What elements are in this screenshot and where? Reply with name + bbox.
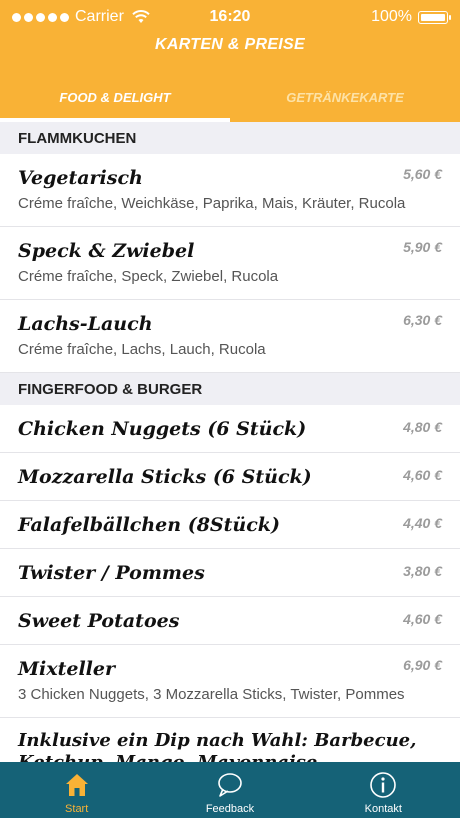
- tab-label: Food & Delight: [59, 89, 171, 105]
- home-icon: [65, 774, 88, 796]
- item-price: 4,60 €: [403, 611, 442, 627]
- tabbar-label: Feedback: [205, 803, 255, 815]
- item-price: 5,90 €: [403, 239, 442, 255]
- item-name: Speck & Zwiebel: [18, 240, 195, 262]
- item-name: Mixteller: [18, 658, 115, 680]
- menu-item[interactable]: Lachs-Lauch 6,30 € Créme fraîche, Lachs,…: [0, 300, 460, 373]
- menu-tabs: Food & Delight Getränkekarte: [0, 72, 460, 122]
- menu-item[interactable]: Mixteller 6,90 € 3 Chicken Nuggets, 3 Mo…: [0, 645, 460, 718]
- menu-item[interactable]: Sweet Potatoes 4,60 €: [0, 597, 460, 645]
- tab-food-delight[interactable]: Food & Delight: [0, 72, 230, 122]
- tab-label: Getränkekarte: [286, 89, 404, 105]
- item-description: Créme fraîche, Weichkäse, Paprika, Mais,…: [18, 195, 406, 212]
- item-description: Créme fraîche, Speck, Zwiebel, Rucola: [18, 268, 279, 285]
- tabbar-item-kontakt[interactable]: Kontakt: [307, 762, 460, 818]
- item-name: Chicken Nuggets (6 Stück): [18, 417, 307, 440]
- item-price: 4,80 €: [403, 419, 442, 435]
- item-name: Falafelbällchen (8Stück): [18, 513, 280, 536]
- item-price: 6,90 €: [403, 657, 442, 673]
- section-header-fingerfood-burger: FINGERFOOD & BURGER: [0, 373, 460, 405]
- item-price: 4,60 €: [403, 467, 442, 483]
- menu-item[interactable]: Falafelbällchen (8Stück) 4,40 €: [0, 501, 460, 549]
- battery-percent: 100%: [371, 8, 412, 25]
- item-name: Sweet Potatoes: [18, 609, 180, 632]
- item-price: 3,80 €: [403, 563, 442, 579]
- menu-item[interactable]: Speck & Zwiebel 5,90 € Créme fraîche, Sp…: [0, 227, 460, 300]
- item-name: Mozzarella Sticks (6 Stück): [18, 465, 312, 488]
- item-description: Créme fraîche, Lachs, Lauch, Rucola: [18, 341, 266, 358]
- item-name: Lachs-Lauch: [18, 313, 153, 335]
- info-icon: [370, 772, 397, 798]
- tabbar-item-feedback[interactable]: Feedback: [153, 762, 306, 818]
- page-title: Karten & Preise: [154, 36, 305, 53]
- battery-icon: [418, 10, 451, 24]
- menu-list[interactable]: FLAMMKUCHEN Vegetarisch 5,60 € Créme fra…: [0, 122, 460, 762]
- menu-item[interactable]: Mozzarella Sticks (6 Stück) 4,60 €: [0, 453, 460, 501]
- section-header-flammkuchen: FLAMMKUCHEN: [0, 122, 460, 154]
- item-description: 3 Chicken Nuggets, 3 Mozzarella Sticks, …: [18, 686, 405, 703]
- speech-bubble-icon: [218, 773, 242, 797]
- bottom-tab-bar: Start Feedback Kontakt: [0, 762, 460, 818]
- menu-item[interactable]: Chicken Nuggets (6 Stück) 4,80 €: [0, 405, 460, 453]
- tabbar-item-start[interactable]: Start: [0, 762, 153, 818]
- dip-note: Inklusive ein Dip nach Wahl: Barbecue, K…: [0, 718, 460, 762]
- item-name: Twister / Pommes: [18, 561, 205, 584]
- menu-item[interactable]: Twister / Pommes 3,80 €: [0, 549, 460, 597]
- item-price: 4,40 €: [403, 515, 442, 531]
- app-header: Carrier 16:20 100% Karten & Preise Food …: [0, 0, 460, 122]
- menu-item[interactable]: Vegetarisch 5,60 € Créme fraîche, Weichk…: [0, 154, 460, 227]
- status-bar: Carrier 16:20 100%: [0, 0, 460, 34]
- item-price: 6,30 €: [403, 312, 442, 328]
- item-name: Vegetarisch: [18, 167, 143, 189]
- tabbar-label: Start: [65, 803, 89, 815]
- tabbar-label: Kontakt: [364, 803, 402, 815]
- tab-getraenkekarte[interactable]: Getränkekarte: [230, 72, 460, 122]
- item-price: 5,60 €: [403, 166, 442, 182]
- dip-note-text: Inklusive ein Dip nach Wahl: Barbecue, K…: [18, 730, 417, 762]
- status-right: 100%: [371, 8, 451, 26]
